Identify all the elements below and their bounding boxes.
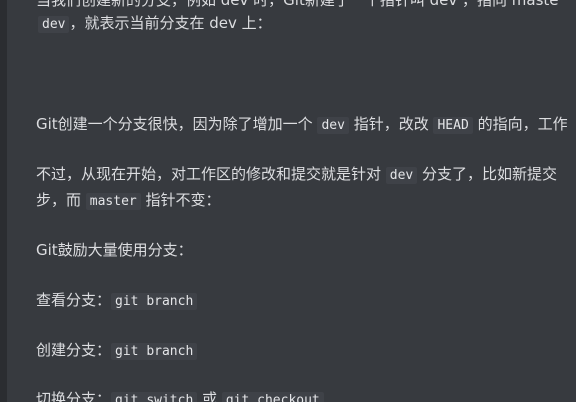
paragraph-label: 切换分支： xyxy=(36,390,112,402)
inline-code: master xyxy=(85,193,141,210)
paragraph-line-cut: 当我们创建新的分支，例如 dev 时，Git新建了一个指针叫 dev ，指向 m… xyxy=(36,0,559,11)
paragraph-text: 指针不变： xyxy=(140,191,221,209)
inline-code: git switch xyxy=(111,392,198,402)
paragraph-line: dev ，就表示当前分支在 dev 上： xyxy=(38,12,272,34)
paragraph-text: Git鼓励大量使用分支： xyxy=(36,241,193,259)
paragraph-text: ，就表示当前分支在 dev 上： xyxy=(69,14,272,32)
inline-code: git branch xyxy=(111,293,198,310)
paragraph-text: 分支了，比如新提交 xyxy=(417,165,558,183)
paragraph-text: 步，而 xyxy=(36,191,86,209)
paragraph-text: Git创建一个分支很快，因为除了增加一个 xyxy=(36,115,318,133)
paragraph-switch-branch: 切换分支： git switch 或 git checkout xyxy=(36,388,324,402)
document-viewport: 当我们创建新的分支，例如 dev 时，Git新建了一个指针叫 dev ，指向 m… xyxy=(0,0,576,402)
paragraph-text: 或 xyxy=(197,390,222,402)
paragraph-label: 查看分支： xyxy=(36,291,112,309)
paragraph-label: 创建分支： xyxy=(36,341,112,359)
paragraph-branch-fast: Git创建一个分支很快，因为除了增加一个 dev 指针，改改 HEAD 的指向，… xyxy=(36,113,568,135)
paragraph-encourage: Git鼓励大量使用分支： xyxy=(36,239,193,261)
paragraph-text: 的指向，工作 xyxy=(472,115,568,133)
paragraph-text: 指针，改改 xyxy=(348,115,434,133)
inline-code: dev xyxy=(317,117,349,134)
paragraph-commit-line2: 步，而 master 指针不变： xyxy=(36,189,221,211)
paragraph-commit-line1: 不过，从现在开始，对工作区的修改和提交就是针对 dev 分支了，比如新提交 xyxy=(36,163,557,185)
inline-code: HEAD xyxy=(433,117,473,134)
left-gutter xyxy=(0,0,7,402)
inline-code: git checkout xyxy=(221,392,324,402)
inline-code: dev xyxy=(38,16,70,33)
paragraph-view-branch: 查看分支： git branch xyxy=(36,289,198,311)
inline-code: dev xyxy=(385,167,418,184)
paragraph-create-branch: 创建分支： git branch xyxy=(36,339,198,361)
paragraph-text: 当我们创建新的分支，例如 dev 时，Git新建了一个指针叫 dev ，指向 m… xyxy=(36,0,559,9)
paragraph-text: 不过，从现在开始，对工作区的修改和提交就是针对 xyxy=(36,165,386,183)
inline-code: git branch xyxy=(111,343,198,360)
